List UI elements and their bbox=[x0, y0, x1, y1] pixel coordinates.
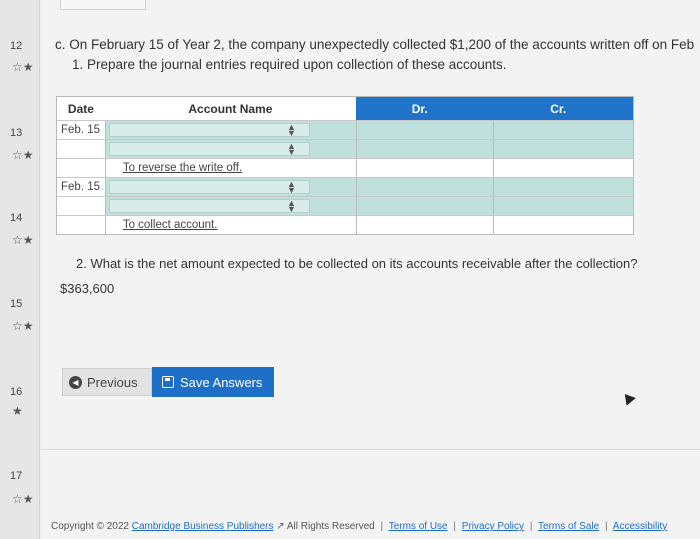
date-cell: Feb. 15 bbox=[57, 178, 105, 196]
question-subtext: 1. Prepare the journal entries required … bbox=[72, 57, 507, 72]
table-row: ▲ ▼ bbox=[57, 139, 633, 158]
select-arrows-icon: ▲ ▼ bbox=[287, 179, 296, 195]
save-answers-button[interactable]: Save Answers bbox=[152, 367, 274, 397]
terms-of-sale-link[interactable]: Terms of Sale bbox=[538, 521, 599, 532]
account-select[interactable]: ▲ ▼ bbox=[104, 121, 356, 139]
account-select[interactable]: ▲ ▼ bbox=[104, 197, 356, 215]
table-row: ▲ ▼ bbox=[57, 196, 633, 215]
previous-label: Previous bbox=[87, 374, 138, 390]
credit-input[interactable] bbox=[493, 140, 633, 158]
table-header: Date Account Name Dr. Cr. bbox=[57, 97, 633, 120]
chevron-left-icon: ◀ bbox=[69, 375, 82, 389]
blank-cell bbox=[493, 159, 633, 177]
table-row: Feb. 15 ▲ ▼ bbox=[57, 120, 633, 139]
header-cr: Cr. bbox=[493, 97, 633, 120]
copyright-text: Copyright © 2022 bbox=[51, 521, 129, 532]
publisher-link[interactable]: Cambridge Business Publishers bbox=[132, 521, 274, 532]
note-text: To reverse the write off. bbox=[122, 162, 243, 174]
date-cell: Feb. 15 bbox=[57, 121, 105, 139]
answer-input[interactable]: $363,600 bbox=[60, 281, 114, 296]
star-icon: ☆★ bbox=[12, 148, 34, 162]
external-link-icon: ↗ bbox=[276, 521, 285, 532]
select-arrows-icon: ▲ ▼ bbox=[287, 141, 296, 157]
previous-button[interactable]: ◀ Previous bbox=[62, 368, 152, 396]
top-box bbox=[60, 0, 146, 10]
question-number[interactable]: 15 bbox=[10, 298, 22, 310]
select-arrows-icon: ▲ ▼ bbox=[287, 198, 296, 214]
table-row: To reverse the write off. bbox=[57, 158, 633, 177]
star-icon: ☆★ bbox=[12, 319, 34, 333]
table-row: To collect account. bbox=[57, 215, 633, 234]
blank-cell bbox=[355, 159, 494, 177]
question-text: c. On February 15 of Year 2, the company… bbox=[55, 37, 695, 52]
divider bbox=[41, 449, 700, 450]
question-number[interactable]: 17 bbox=[10, 470, 22, 482]
header-account: Account Name bbox=[104, 97, 356, 120]
rights-text: All Rights Reserved bbox=[286, 521, 375, 532]
date-cell bbox=[57, 159, 105, 177]
footer: Copyright © 2022 Cambridge Business Publ… bbox=[51, 521, 668, 532]
journal-table: Date Account Name Dr. Cr. Feb. 15 ▲ ▼ ▲ ▼ … bbox=[56, 96, 634, 235]
star-icon: ☆★ bbox=[12, 233, 34, 247]
debit-input[interactable] bbox=[355, 178, 494, 196]
header-dr: Dr. bbox=[355, 97, 494, 120]
question-number[interactable]: 13 bbox=[10, 127, 22, 139]
credit-input[interactable] bbox=[493, 121, 633, 139]
star-icon: ☆★ bbox=[12, 492, 34, 506]
star-icon: ☆★ bbox=[12, 60, 34, 74]
credit-input[interactable] bbox=[493, 178, 633, 196]
debit-input[interactable] bbox=[355, 121, 494, 139]
question-number[interactable]: 16 bbox=[10, 386, 22, 398]
blank-cell bbox=[355, 216, 494, 234]
question-number[interactable]: 12 bbox=[10, 40, 22, 52]
blank-cell bbox=[493, 216, 633, 234]
date-cell bbox=[57, 197, 105, 215]
date-cell bbox=[57, 140, 105, 158]
debit-input[interactable] bbox=[355, 197, 494, 215]
credit-input[interactable] bbox=[493, 197, 633, 215]
account-select[interactable]: ▲ ▼ bbox=[104, 140, 356, 158]
question-rail: 12 ☆★ 13 ☆★ 14 ☆★ 15 ☆★ 16 ★ 17 ☆★ bbox=[0, 0, 40, 539]
star-icon: ★ bbox=[12, 404, 23, 418]
date-cell bbox=[57, 216, 105, 234]
terms-of-use-link[interactable]: Terms of Use bbox=[389, 521, 448, 532]
save-label: Save Answers bbox=[180, 374, 263, 390]
entry-note: To reverse the write off. bbox=[104, 159, 356, 177]
question-2-text: 2. What is the net amount expected to be… bbox=[76, 256, 638, 271]
accessibility-link[interactable]: Accessibility bbox=[613, 521, 667, 532]
entry-note: To collect account. bbox=[104, 216, 356, 234]
privacy-policy-link[interactable]: Privacy Policy bbox=[462, 521, 524, 532]
table-row: Feb. 15 ▲ ▼ bbox=[57, 177, 633, 196]
header-date: Date bbox=[57, 97, 105, 120]
account-select[interactable]: ▲ ▼ bbox=[104, 178, 356, 196]
note-text: To collect account. bbox=[122, 219, 218, 231]
save-icon bbox=[162, 376, 174, 388]
question-number[interactable]: 14 bbox=[10, 212, 22, 224]
debit-input[interactable] bbox=[355, 140, 494, 158]
select-arrows-icon: ▲ ▼ bbox=[287, 122, 296, 138]
